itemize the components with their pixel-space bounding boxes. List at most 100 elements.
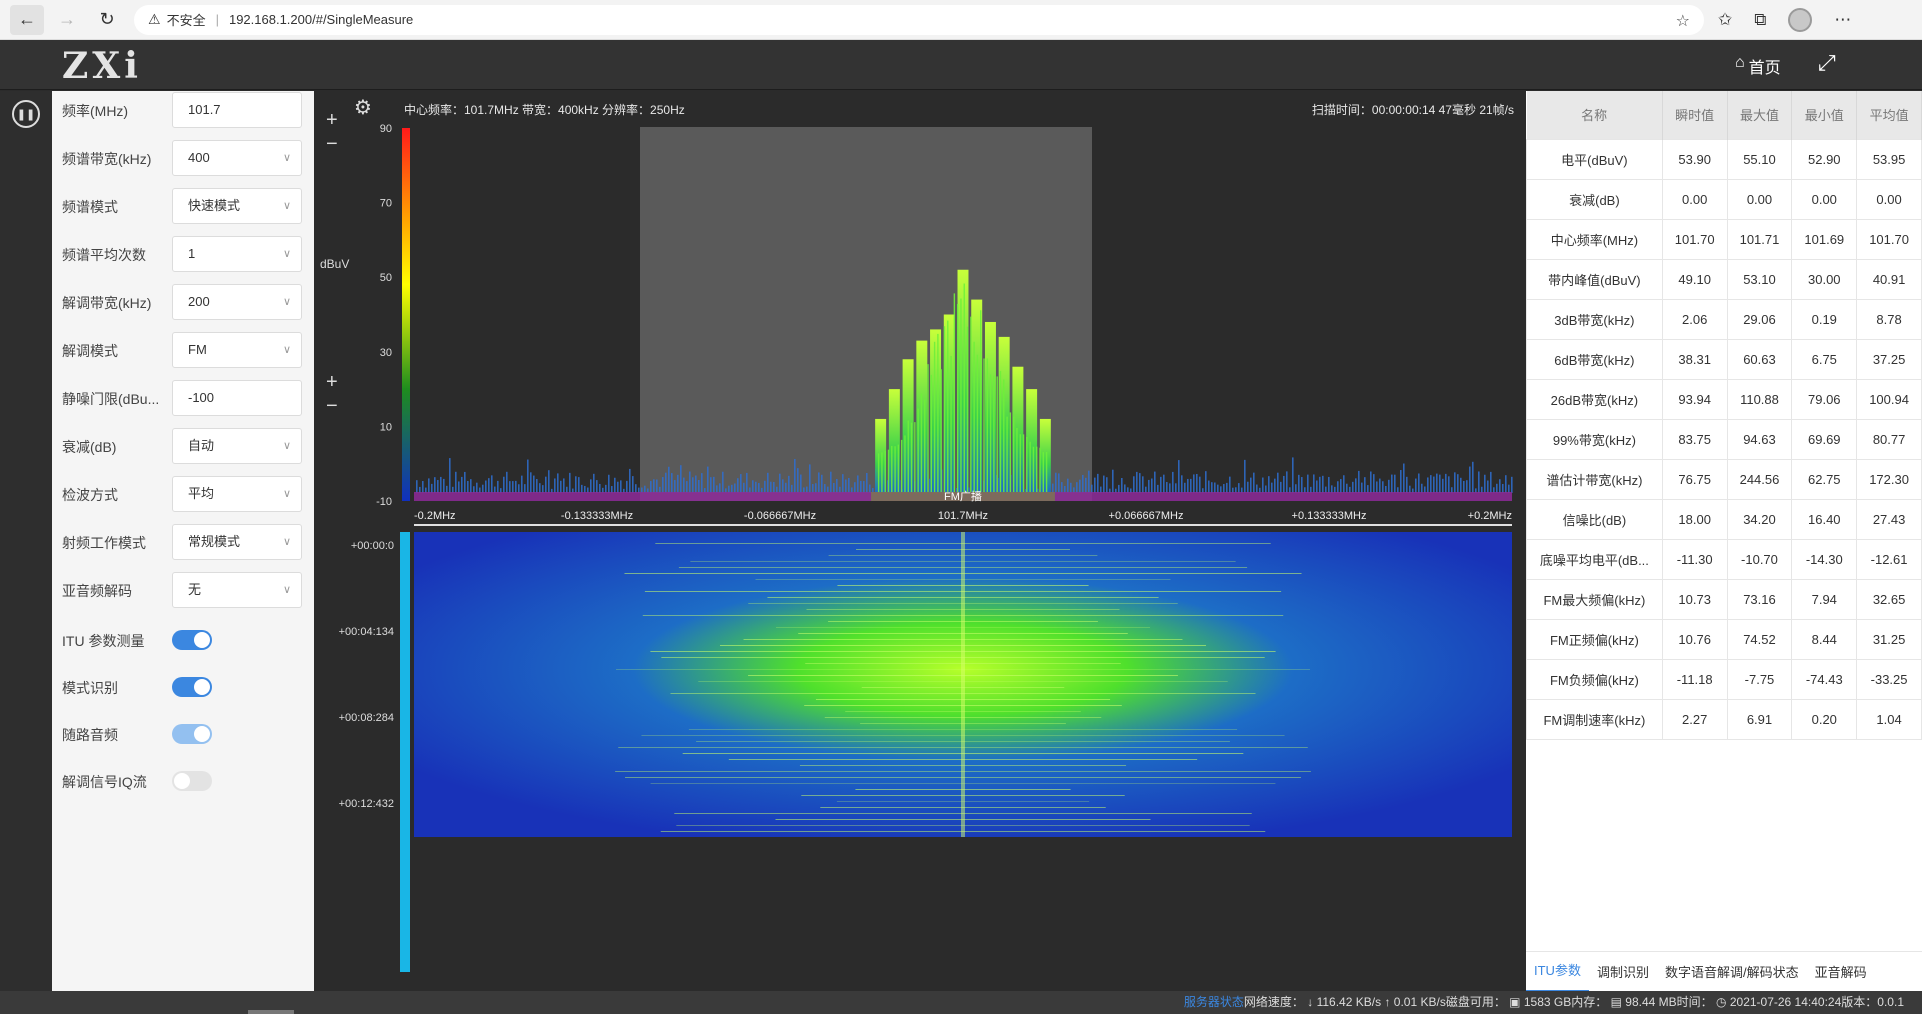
profile-avatar[interactable] — [1788, 7, 1813, 32]
itu-tab[interactable]: 调制识别 — [1589, 962, 1657, 981]
noise-bar — [746, 472, 748, 493]
noise-bar — [524, 484, 526, 493]
noise-bar — [1421, 483, 1423, 493]
noise-bar — [470, 479, 472, 493]
x-tick-label: -0.133333MHz — [561, 510, 633, 522]
noise-bar — [1415, 478, 1417, 493]
app-header: ZXi ⌂ 首页 ⤢ — [0, 40, 1922, 90]
noise-bar — [1367, 485, 1369, 493]
noise-bar — [824, 484, 826, 493]
y-tick-label: -10 — [376, 496, 392, 508]
setting-label: 频谱模式 — [62, 199, 118, 215]
itu-param-value: -11.30 — [1661, 538, 1728, 580]
noise-bar — [548, 470, 550, 493]
home-link[interactable]: ⌂ 首页 — [1735, 54, 1781, 78]
setting-value: 自动 — [188, 438, 215, 453]
noise-bar — [1409, 485, 1411, 493]
setting-row: 频谱模式 快速模式 ∨ — [52, 188, 314, 224]
favorite-star-icon[interactable]: ☆ — [1676, 11, 1690, 31]
forward-button[interactable]: → — [50, 5, 84, 35]
noise-bar — [1106, 477, 1108, 493]
itu-param-value: 7.94 — [1791, 578, 1858, 620]
reload-button[interactable]: ↻ — [90, 5, 124, 35]
spectrum-chart[interactable]: 90 70 50 30 10 -10 FM广播 -0.2MHz -0.133333MHz -0.0… — [314, 91, 1520, 991]
pause-button[interactable]: ❚❚ — [12, 100, 40, 128]
noise-bar — [1253, 472, 1255, 493]
noise-bar — [1070, 482, 1072, 493]
pause-icon: ❚❚ — [16, 108, 36, 121]
noise-bar — [653, 479, 655, 493]
noise-bar — [557, 473, 559, 493]
noise-bar — [1283, 475, 1285, 493]
itu-param-name: 中心频率(MHz) — [1526, 218, 1663, 260]
noise-bar — [509, 481, 511, 493]
signal-spike — [1026, 436, 1028, 493]
signal-bar — [1026, 389, 1038, 493]
noise-bar — [686, 481, 688, 493]
noise-bar — [671, 473, 673, 493]
noise-bar — [635, 484, 637, 493]
toggle-switch[interactable] — [172, 771, 212, 791]
noise-bar — [485, 480, 487, 493]
signal-spike — [1045, 451, 1048, 493]
noise-bar — [1454, 472, 1456, 493]
itu-param-value: -11.18 — [1661, 658, 1728, 700]
setting-select[interactable]: 自动 ∨ — [172, 428, 302, 464]
noise-bar — [446, 485, 448, 493]
noise-bar — [1139, 473, 1141, 493]
toggle-switch[interactable] — [172, 677, 212, 697]
toggle-row: 解调信号IQ流 — [52, 763, 314, 799]
setting-select[interactable]: 1 ∨ — [172, 236, 302, 272]
fullscreen-icon[interactable]: ⤢ — [1818, 50, 1836, 76]
horizontal-scrollbar[interactable] — [248, 1010, 294, 1014]
noise-bar — [1469, 466, 1471, 493]
setting-row: 解调模式 FM ∨ — [52, 332, 314, 368]
back-button[interactable]: ← — [10, 4, 44, 35]
address-bar[interactable]: ⚠ 不安全 | 192.168.1.200/#/SingleMeasure ☆ — [134, 4, 1704, 35]
itu-param-value: 0.00 — [1661, 178, 1728, 220]
setting-select[interactable]: 无 ∨ — [172, 572, 302, 608]
setting-input[interactable]: 101.7 — [172, 92, 302, 128]
toggle-switch[interactable] — [172, 630, 212, 650]
itu-param-value: 29.06 — [1726, 298, 1793, 340]
favorites-icon[interactable]: ✩ — [1718, 10, 1732, 30]
noise-bar — [1175, 483, 1177, 493]
itu-tabs: ITU参数 调制识别 数字语音解调/解码状态 亚音解码 — [1526, 951, 1922, 992]
noise-bar — [506, 471, 508, 493]
setting-select[interactable]: 常规模式 ∨ — [172, 524, 302, 560]
itu-param-value: 34.20 — [1726, 498, 1793, 540]
noise-bar — [683, 477, 685, 493]
itu-param-name: 99%带宽(kHz) — [1526, 418, 1663, 460]
itu-tab[interactable]: 数字语音解调/解码状态 — [1657, 962, 1807, 981]
setting-select[interactable]: 400 ∨ — [172, 140, 302, 176]
setting-select[interactable]: 平均 ∨ — [172, 476, 302, 512]
itu-param-value: -14.30 — [1791, 538, 1858, 580]
setting-label: 频谱带宽(kHz) — [62, 151, 152, 167]
itu-row: 电平(dBuV) 53.90 55.10 52.90 53.95 — [1526, 138, 1922, 180]
toggle-switch[interactable] — [172, 724, 212, 744]
chevron-down-icon: ∨ — [282, 152, 291, 164]
itu-param-value: 74.52 — [1726, 618, 1793, 660]
itu-tab[interactable]: 亚音解码 — [1807, 962, 1875, 981]
signal-spike — [960, 298, 962, 493]
setting-select[interactable]: 200 ∨ — [172, 284, 302, 320]
download-icon: ↓ — [1307, 995, 1314, 1009]
itu-tab[interactable]: ITU参数 — [1526, 952, 1589, 992]
noise-bar — [665, 472, 667, 493]
more-icon[interactable]: ⋯ — [1834, 10, 1851, 30]
noise-bar — [860, 480, 862, 493]
noise-bar — [1499, 479, 1501, 493]
noise-bar — [455, 471, 457, 493]
noise-bar — [1340, 479, 1342, 493]
noise-bar — [1262, 477, 1264, 493]
collections-icon[interactable]: ⧉ — [1754, 10, 1766, 30]
itu-param-name: FM正频偏(kHz) — [1526, 618, 1663, 660]
noise-bar — [782, 479, 784, 493]
warning-icon: ⚠ — [148, 11, 161, 27]
setting-select[interactable]: 快速模式 ∨ — [172, 188, 302, 224]
server-status-link[interactable]: 服务器状态 — [1184, 995, 1244, 1009]
noise-bar — [1430, 475, 1432, 493]
setting-input[interactable]: -100 — [172, 380, 302, 416]
setting-select[interactable]: FM ∨ — [172, 332, 302, 368]
noise-bar — [668, 466, 670, 493]
